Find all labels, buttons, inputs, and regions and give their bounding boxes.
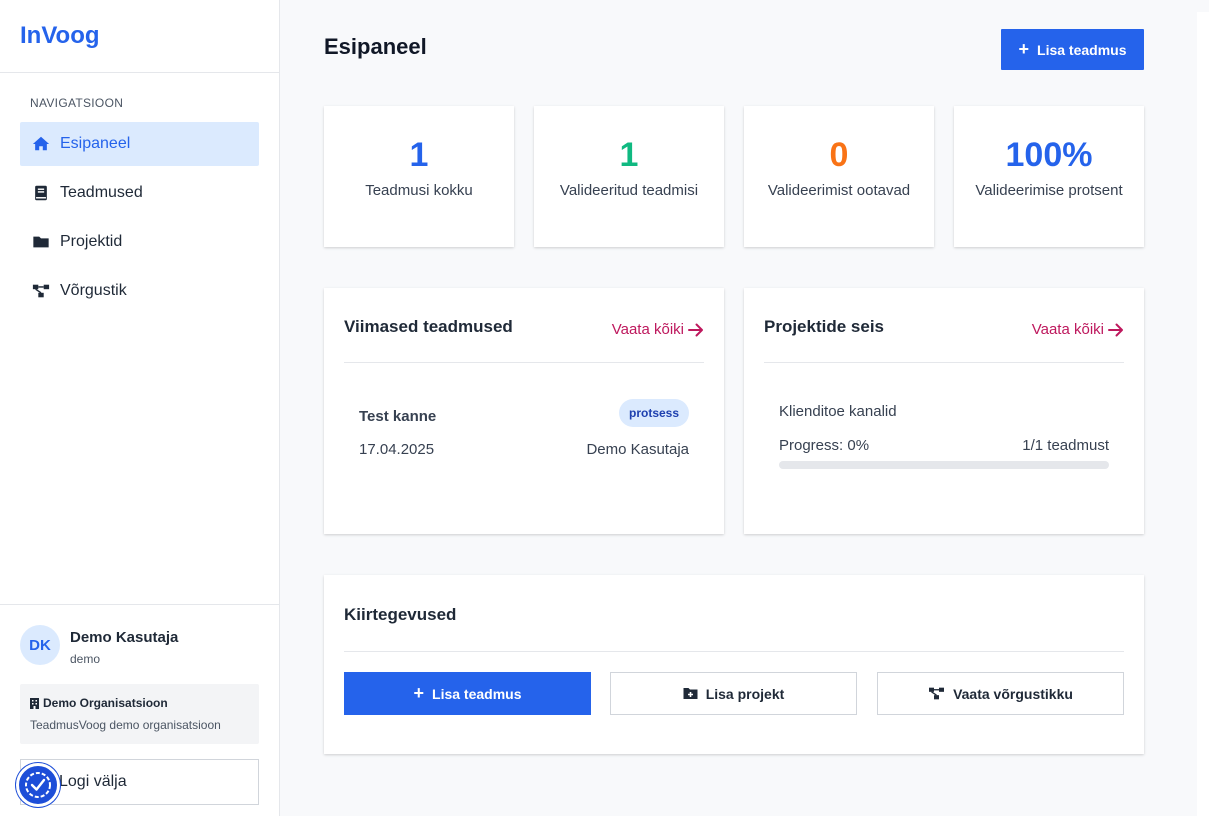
entry-date: 17.04.2025 [359, 441, 435, 458]
page-title: Esipaneel [324, 34, 427, 59]
sidebar-item-teadmused[interactable]: Teadmused [20, 171, 259, 215]
building-icon [30, 697, 39, 709]
network-icon [32, 282, 50, 300]
projects-panel: Projektide seis Vaata kõiki Klienditoe k… [744, 288, 1144, 534]
home-icon [32, 135, 50, 153]
stat-label: Teadmusi kokku [365, 182, 473, 199]
add-knowledge-button[interactable]: + Lisa teadmus [1001, 29, 1144, 70]
plus-icon: + [1018, 39, 1030, 59]
sidebar-item-label: Projektid [60, 233, 123, 250]
view-all-link[interactable]: Vaata kõiki [1032, 321, 1124, 338]
sidebar-item-label: Teadmused [60, 184, 143, 201]
user-name: Demo Kasutaja [70, 629, 179, 646]
book-icon [32, 184, 50, 202]
category-badge: protsess [619, 399, 690, 427]
quick-add-project-button[interactable]: Lisa projekt [610, 672, 857, 715]
user-info: Demo Kasutaja demo [70, 625, 178, 666]
panel-divider [344, 362, 704, 363]
sidebar-item-label: Võrgustik [60, 282, 127, 299]
stat-value: 100% [1005, 136, 1093, 174]
sidebar-item-label: Esipaneel [60, 135, 131, 152]
quick-add-knowledge-button[interactable]: + Lisa teadmus [344, 672, 591, 715]
stat-value: 0 [829, 136, 849, 174]
sidebar: InVoog NAVIGATSIOON Esipaneel Teadmused … [0, 0, 280, 816]
stat-value: 1 [619, 136, 639, 174]
user-handle: demo [70, 652, 101, 666]
view-all-label: Vaata kõiki [611, 321, 684, 338]
progress-bar [779, 461, 1109, 469]
folder-icon [32, 233, 50, 251]
plus-icon: + [413, 683, 425, 703]
logout-label: Logi välja [59, 773, 127, 790]
user-row: DK Demo Kasutaja demo [20, 625, 259, 666]
quick-actions-panel: Kiirtegevused + Lisa teadmus Lisa projek… [324, 575, 1144, 754]
stat-card-percent: 100% Valideerimise protsent [954, 106, 1144, 247]
stat-label: Valideeritud teadmisi [559, 182, 699, 199]
panel-title: Viimased teadmused [344, 317, 513, 336]
main-content: Esipaneel + Lisa teadmus 1 Teadmusi kokk… [280, 0, 1197, 816]
brand: InVoog [0, 0, 279, 73]
entry-title: Test kanne [359, 408, 437, 425]
quick-view-network-button[interactable]: Vaata võrgustikku [877, 672, 1124, 715]
avatar[interactable]: DK [20, 625, 60, 665]
sidebar-item-projektid[interactable]: Projektid [20, 220, 259, 264]
quick-action-label: Lisa projekt [705, 685, 785, 702]
view-all-label: Vaata kõiki [1031, 321, 1104, 338]
org-description: TeadmusVoog demo organisatsioon [30, 718, 221, 732]
org-box: Demo Organisatsioon TeadmusVoog demo org… [20, 684, 259, 744]
brand-logo[interactable]: InVoog [20, 22, 100, 49]
stat-card-validated: 1 Valideeritud teadmisi [534, 106, 724, 247]
stat-card-pending: 0 Valideerimist ootavad [744, 106, 934, 247]
panel-divider [764, 362, 1124, 363]
entry-author: Demo Kasutaja [586, 441, 689, 458]
sidebar-item-vorgustik[interactable]: Võrgustik [20, 269, 259, 313]
panel-divider [344, 651, 1124, 652]
quick-action-label: Lisa teadmus [432, 685, 522, 702]
folder-plus-icon [683, 687, 706, 700]
project-name: Klienditoe kanalid [779, 403, 897, 420]
arrow-right-icon [1104, 323, 1124, 337]
add-knowledge-label: Lisa teadmus [1037, 41, 1127, 58]
org-name-row: Demo Organisatsioon [30, 696, 249, 710]
right-edge-strip [1197, 12, 1209, 816]
recent-knowledge-panel: Viimased teadmused Vaata kõiki Test kann… [324, 288, 724, 534]
view-all-link[interactable]: Vaata kõiki [612, 321, 704, 338]
panel-title: Kiirtegevused [344, 605, 457, 624]
stat-label: Valideerimise protsent [975, 182, 1123, 199]
org-name: Demo Organisatsioon [43, 696, 168, 710]
project-count: 1/1 teadmust [1022, 437, 1109, 454]
stat-card-total: 1 Teadmusi kokku [324, 106, 514, 247]
sidebar-item-esipaneel[interactable]: Esipaneel [20, 122, 259, 166]
network-icon [928, 686, 953, 701]
arrow-right-icon [684, 323, 704, 337]
nav-heading: NAVIGATSIOON [30, 96, 124, 110]
panel-title: Projektide seis [764, 317, 885, 336]
stat-value: 1 [409, 136, 429, 174]
stat-label: Valideerimist ootavad [767, 182, 911, 199]
quick-action-label: Vaata võrgustikku [953, 685, 1073, 702]
accessibility-widget-icon[interactable] [16, 763, 60, 807]
sidebar-nav: Esipaneel Teadmused Projektid Võrgustik [0, 122, 279, 313]
project-progress-label: Progress: 0% [779, 437, 870, 454]
